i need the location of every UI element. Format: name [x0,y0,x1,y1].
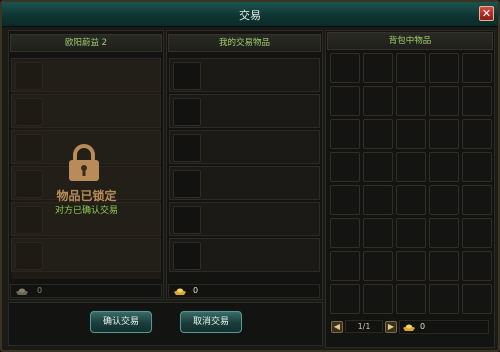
other-party-money-value: 0 [37,286,43,295]
bag-slot[interactable] [396,53,426,83]
bag-slot[interactable] [330,218,360,248]
close-button[interactable]: ✕ [479,6,494,21]
bag-slot[interactable] [429,284,459,314]
my-trade-row[interactable] [169,166,320,200]
other-party-item-slot[interactable] [15,98,43,126]
bag-slot[interactable] [330,251,360,281]
bag-slot[interactable] [363,152,393,182]
other-party-trade-row[interactable] [11,58,161,92]
bag-slot[interactable] [330,185,360,215]
my-trade-row[interactable] [169,238,320,272]
my-item-slot[interactable] [173,206,201,234]
bag-slot[interactable] [429,53,459,83]
cancel-trade-button[interactable]: 取消交易 [180,311,242,333]
bag-slot[interactable] [429,251,459,281]
bag-slot[interactable] [462,86,492,116]
other-party-money: 0 [10,284,162,298]
my-item-slot[interactable] [173,62,201,90]
bag-slot[interactable] [429,119,459,149]
bag-slot[interactable] [363,284,393,314]
bag-slot[interactable] [330,152,360,182]
other-party-name: 欧阳蔚益 2 [10,34,162,52]
trade-window: 交易 ✕ 欧阳蔚益 2 物品已锁定 对方已确认交易 0 我的交易物品 0 背包中… [0,0,500,352]
lock-subtitle: 对方已确认交易 [54,206,118,216]
next-page-button[interactable]: ▶ [385,321,397,333]
bag-slot[interactable] [462,251,492,281]
bag-slot[interactable] [429,218,459,248]
bag-slot[interactable] [363,218,393,248]
next-page-icon: ▶ [387,322,395,331]
bag-slot[interactable] [363,53,393,83]
bag-slot[interactable] [429,152,459,182]
my-trade-row[interactable] [169,130,320,164]
other-party-trade-row[interactable] [11,94,161,128]
page-indicator: 1/1 [345,320,383,333]
bag-slot[interactable] [396,218,426,248]
my-money-value: 0 [193,286,199,295]
my-trade-row[interactable] [169,58,320,92]
bag-slot[interactable] [330,86,360,116]
bag-slot[interactable] [462,119,492,149]
bag-money-value: 0 [420,322,426,331]
bag-slot[interactable] [396,185,426,215]
other-party-item-slot[interactable] [15,242,43,270]
prev-page-icon: ◀ [333,322,341,331]
my-item-slot[interactable] [173,98,201,126]
bag-slot[interactable] [396,152,426,182]
my-trade-row[interactable] [169,202,320,236]
bag-slot[interactable] [363,86,393,116]
my-money[interactable]: 0 [168,284,320,298]
bag-slot[interactable] [429,185,459,215]
bag-slot[interactable] [429,86,459,116]
my-item-slot[interactable] [173,170,201,198]
my-trade-header: 我的交易物品 [168,34,321,52]
gold-ingot-icon [174,288,186,295]
bag-slot[interactable] [462,185,492,215]
bag-header: 背包中物品 [327,32,493,50]
my-trade-row[interactable] [169,94,320,128]
lock-icon [69,144,99,181]
bag-slot[interactable] [330,284,360,314]
lock-title: 物品已锁定 [56,189,117,203]
confirm-trade-button[interactable]: 确认交易 [90,311,152,333]
window-title: 交易 [239,9,261,22]
close-icon: ✕ [481,7,492,20]
bag-slot[interactable] [363,251,393,281]
bag-slot[interactable] [363,185,393,215]
bag-slot[interactable] [330,53,360,83]
bag-slot[interactable] [363,119,393,149]
my-item-slot[interactable] [173,242,201,270]
bag-slot[interactable] [462,53,492,83]
other-party-trade-row[interactable] [11,238,161,272]
title-bar[interactable]: 交易 ✕ [2,2,498,27]
bag-slot[interactable] [330,119,360,149]
gold-ingot-icon [16,288,28,295]
bag-slot[interactable] [396,284,426,314]
other-party-item-slot[interactable] [15,62,43,90]
other-party-item-slot[interactable] [15,134,43,162]
gold-ingot-icon [403,324,415,331]
prev-page-button[interactable]: ◀ [331,321,343,333]
my-item-slot[interactable] [173,134,201,162]
bag-slot[interactable] [396,86,426,116]
bag-slot[interactable] [396,119,426,149]
bag-money: 0 [399,320,489,334]
bag-slot[interactable] [462,152,492,182]
bag-slot[interactable] [396,251,426,281]
bag-slot[interactable] [462,218,492,248]
bag-slot[interactable] [462,284,492,314]
action-bar [8,302,323,346]
